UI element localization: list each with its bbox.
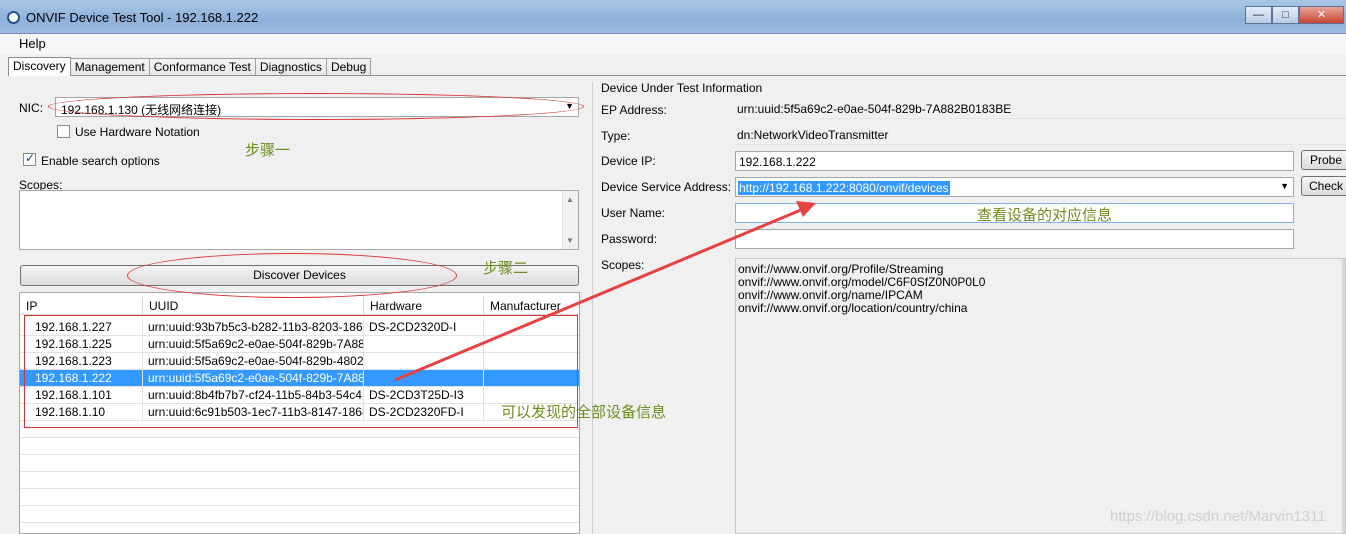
device-ip-value: 192.168.1.222: [739, 155, 816, 169]
probe-button[interactable]: Probe: [1301, 150, 1346, 170]
device-service-address-select[interactable]: http://192.168.1.222:8080/onvif/devices …: [735, 177, 1294, 197]
ep-address-label: EP Address:: [601, 103, 667, 117]
maximize-button[interactable]: □: [1272, 6, 1299, 24]
title-bar: ONVIF Device Test Tool - 192.168.1.222 —…: [0, 0, 1346, 34]
minimize-button[interactable]: —: [1245, 6, 1272, 24]
dut-scopes-scrollbar[interactable]: [1342, 259, 1345, 533]
scope-item: onvif://www.onvif.org/name/IPCAM: [738, 288, 923, 302]
enable-search-options-label: Enable search options: [41, 154, 160, 168]
type-value: dn:NetworkVideoTransmitter: [737, 128, 889, 142]
type-field: dn:NetworkVideoTransmitter: [735, 125, 1346, 145]
user-name-label: User Name:: [601, 206, 666, 220]
device-ip-label: Device IP:: [601, 154, 656, 168]
column-header-manufacturer[interactable]: Manufacturer: [484, 297, 580, 315]
device-table-header: IP UUID Hardware Manufacturer: [20, 297, 579, 315]
annotation-ellipse-discover: [127, 253, 457, 298]
tab-discovery[interactable]: Discovery: [8, 57, 71, 76]
window-controls: — □ ✕: [1245, 6, 1344, 24]
use-hardware-notation-checkbox[interactable]: [57, 125, 70, 138]
device-ip-input[interactable]: 192.168.1.222: [735, 151, 1294, 171]
tab-management[interactable]: Management: [69, 58, 150, 76]
menu-bar: Help: [0, 34, 1346, 54]
annotation-ellipse-nic: [48, 93, 584, 120]
nic-label: NIC:: [19, 101, 43, 115]
dut-scopes-list[interactable]: onvif://www.onvif.org/Profile/Streaming …: [735, 258, 1346, 534]
tab-strip: Discovery Management Conformance Test Di…: [8, 57, 372, 76]
tab-underline: [8, 75, 1346, 76]
annotation-rect-devices: [24, 315, 578, 428]
pane-divider: [592, 82, 593, 534]
scope-item: onvif://www.onvif.org/Profile/Streaming: [738, 262, 944, 276]
scope-item: onvif://www.onvif.org/location/country/c…: [738, 301, 968, 315]
tab-conformance-test[interactable]: Conformance Test: [148, 58, 256, 76]
annotation-step1: 步骤一: [245, 142, 291, 159]
ep-address-field: urn:uuid:5f5a69c2-e0ae-504f-829b-7A882B0…: [735, 99, 1346, 119]
ep-address-value: urn:uuid:5f5a69c2-e0ae-504f-829b-7A882B0…: [737, 102, 1012, 116]
annotation-step2: 步骤二: [483, 260, 529, 277]
menu-help[interactable]: Help: [19, 36, 46, 51]
scopes-scrollbar[interactable]: ▲ ▼: [562, 191, 578, 249]
table-row-empty: [20, 472, 579, 489]
password-label: Password:: [601, 232, 658, 246]
tab-debug[interactable]: Debug: [325, 58, 372, 76]
watermark: https://blog.csdn.net/Marvin1311: [1110, 508, 1326, 525]
column-header-uuid[interactable]: UUID: [143, 297, 364, 315]
device-under-test-title: Device Under Test Information: [601, 81, 763, 95]
table-row-empty: [20, 506, 579, 523]
window-title: ONVIF Device Test Tool - 192.168.1.222: [26, 10, 259, 25]
password-input[interactable]: [735, 229, 1294, 249]
column-header-hardware[interactable]: Hardware: [364, 297, 484, 315]
dropdown-arrow-icon: ▼: [1280, 181, 1289, 191]
table-row-empty: [20, 455, 579, 472]
device-service-address-value: http://192.168.1.222:8080/onvif/devices: [738, 181, 950, 195]
check-button[interactable]: Check: [1301, 176, 1346, 196]
scope-item: onvif://www.onvif.org/model/C6F0SfZ0N0P0…: [738, 275, 986, 289]
type-label: Type:: [601, 129, 631, 143]
scroll-down-icon[interactable]: ▼: [566, 236, 574, 245]
use-hardware-notation-label: Use Hardware Notation: [75, 125, 200, 139]
app-icon: [7, 11, 20, 24]
annotation-all-devices: 可以发现的全部设备信息: [501, 404, 667, 421]
close-button[interactable]: ✕: [1299, 6, 1344, 24]
enable-search-options-checkbox[interactable]: [23, 151, 36, 166]
table-row-empty: [20, 438, 579, 455]
scroll-up-icon[interactable]: ▲: [566, 195, 574, 204]
annotation-view-info: 查看设备的对应信息: [977, 207, 1113, 224]
column-header-ip[interactable]: IP: [20, 297, 143, 315]
dut-scopes-label: Scopes:: [601, 258, 645, 272]
device-service-address-label: Device Service Address:: [601, 180, 732, 194]
tab-diagnostics[interactable]: Diagnostics: [254, 58, 327, 76]
scopes-input[interactable]: ▲ ▼: [19, 190, 579, 250]
table-row-empty: [20, 489, 579, 506]
